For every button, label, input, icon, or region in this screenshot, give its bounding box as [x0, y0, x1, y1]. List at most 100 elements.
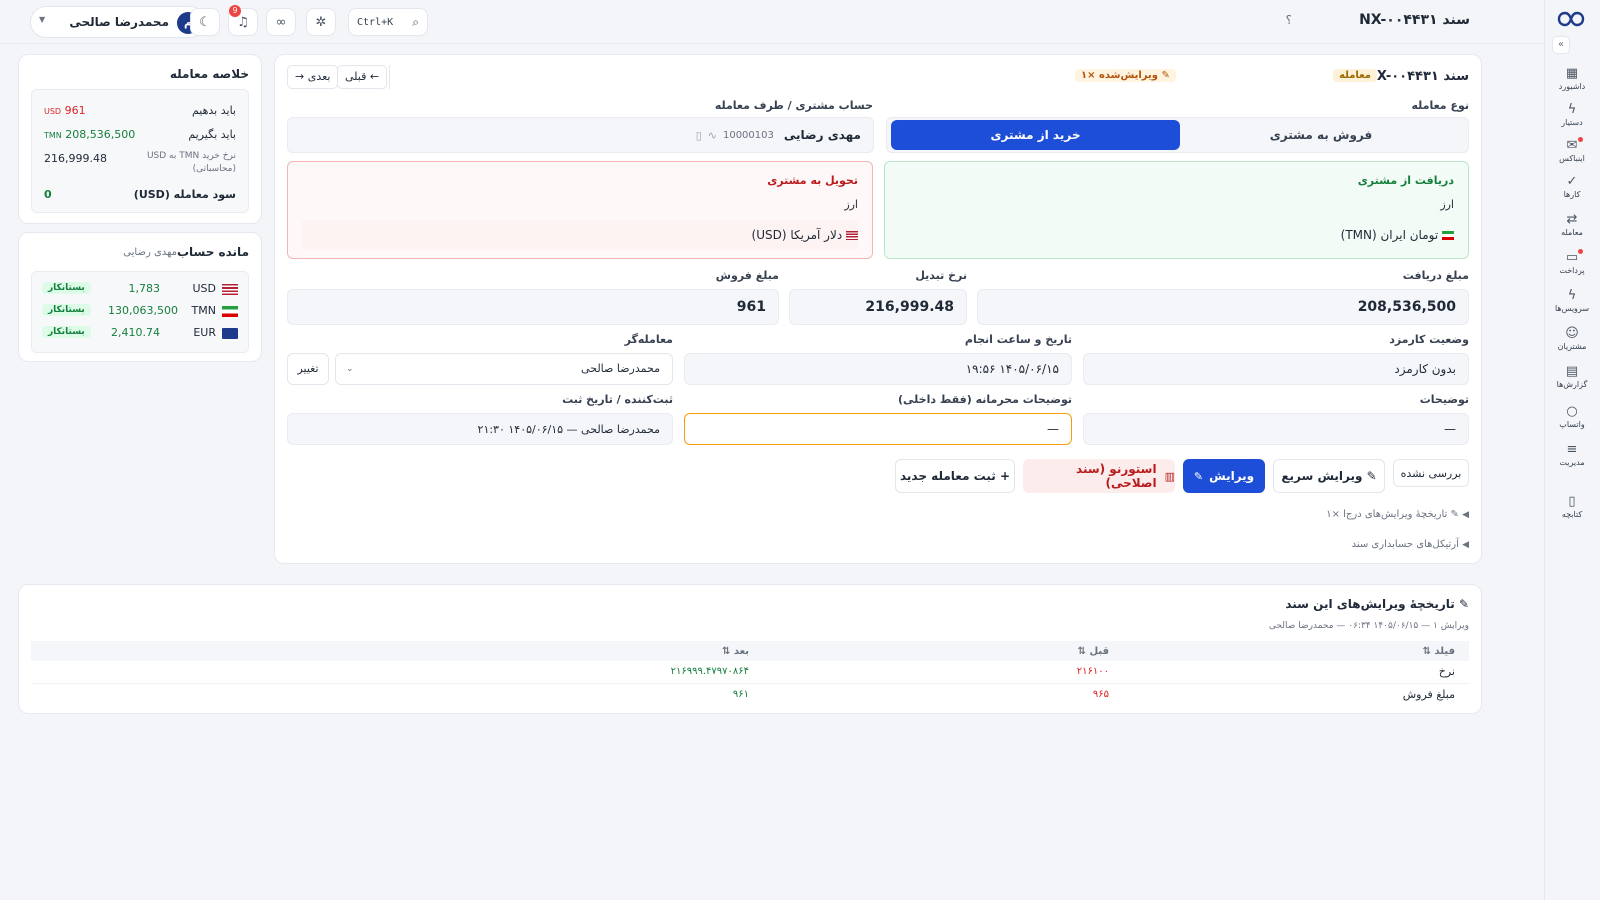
history-table: فیلد ⇅ قبل ⇅ بعد ⇅ نرخ ۲۱۶۱۰۰ ۲۱۶۹۹۹.۴۷۹… [31, 641, 1469, 705]
balance-amount: 130,063,500 [108, 304, 178, 317]
deliver-currency-select[interactable]: دلار آمریکا (USD) [302, 220, 858, 250]
debug-button[interactable]: ✲ [306, 8, 336, 36]
notes-input[interactable]: — [1083, 413, 1469, 445]
mail-icon: ✉ [1566, 138, 1578, 153]
dealer-label: معامله‌گر [624, 333, 673, 346]
theme-toggle-button[interactable]: ☾ [190, 8, 220, 36]
notifications-button[interactable]: ♫ 9 [228, 5, 258, 36]
sidebar-item-services[interactable]: ϟ سرویس‌ها [1548, 288, 1596, 313]
payment-dot [1578, 249, 1583, 254]
sidebar-item-customers[interactable]: ☺ مشتریان [1548, 326, 1596, 351]
sidebar-item-reports[interactable]: ▤ گزارش‌ها [1548, 364, 1596, 389]
document-icon[interactable]: ▯ [696, 129, 702, 142]
registrar-label: ثبت‌کننده / تاریخ ثبت [562, 393, 673, 406]
edit-history-card: ✎ تاریخچهٔ ویرایش‌های این سند ویرایش ۱ —… [18, 584, 1482, 714]
edit-label: ویرایش [1209, 469, 1255, 483]
sell-amount-input[interactable]: 961 [287, 289, 779, 325]
balance-owner: مهدی رضایی [123, 247, 177, 258]
chat-icon: ○ [1566, 404, 1578, 419]
quick-edit-button[interactable]: ✎ ویرایش سریع [1273, 459, 1385, 493]
profit-label: سود معامله (USD) [133, 188, 236, 201]
private-notes-input[interactable]: — [684, 413, 1072, 445]
card-icon: ▭ [1565, 250, 1579, 265]
change-dealer-button[interactable]: تغییر [287, 353, 329, 385]
collapse-sidebar-button[interactable]: » [1552, 36, 1570, 54]
sidebar-item-tasks[interactable]: ✓ کارها [1548, 174, 1596, 199]
balance-cur: USD [192, 282, 216, 295]
deliver-title: تحویل به مشتری [767, 174, 858, 187]
sidebar-item-trade[interactable]: ⇄ معامله [1548, 212, 1596, 237]
history-before: ۲۱۶۱۰۰ [1076, 666, 1109, 678]
pay-amount: 961 USD [44, 104, 86, 117]
fee-label: وضعیت کارمزد [1389, 333, 1469, 346]
history-title: ✎ تاریخچهٔ ویرایش‌های این سند [1285, 597, 1469, 611]
balance-status: بستانکار [42, 282, 91, 294]
review-status-badge[interactable]: بررسی نشده [1393, 459, 1469, 487]
nav-divider [389, 65, 390, 89]
rate-input[interactable]: 216,999.48 [789, 289, 967, 325]
edit-button[interactable]: ویرایش ✎ [1183, 459, 1265, 493]
datetime-label: تاریخ و ساعت انجام [964, 333, 1072, 346]
buy-from-customer-tab[interactable]: خرید از مشتری [891, 120, 1180, 150]
sidebar-item-payment[interactable]: ▭ پرداخت [1548, 249, 1596, 275]
reverse-button[interactable]: ▥ استورنو (سند اصلاحی) [1023, 459, 1175, 493]
top-header: سند NX-۰۰۴۴۳۱ ؟ م محمدرضا صالحی ▼ ☾ ♫ 9 … [0, 0, 1544, 44]
account-field[interactable]: مهدی رضایی 10000103 ∿ ▯ [287, 117, 874, 153]
column-header-after[interactable]: بعد ⇅ [31, 641, 749, 661]
table-row: مبلغ فروش ۹۶۵ ۹۶۱ [31, 683, 1469, 705]
dealer-select[interactable]: محمدرضا صالحی ⌄ [335, 353, 673, 385]
sidebar-item-management[interactable]: ≡ مدیریت [1548, 442, 1596, 467]
history-field: نرخ [1438, 665, 1455, 679]
next-button[interactable]: بعدی → [287, 65, 339, 89]
iran-flag-icon [222, 306, 238, 317]
doc-type-badge: معامله [1333, 69, 1377, 82]
fee-select[interactable]: بدون کارمزد [1083, 353, 1469, 385]
sidebar-item-dashboard[interactable]: ▦ داشبورد [1548, 66, 1596, 91]
balance-row-tmn: TMN 130,063,500 بستانکار [42, 302, 238, 322]
command-search-button[interactable]: ⌕ Ctrl+K [348, 8, 428, 36]
book-icon: ▯ [1568, 494, 1576, 509]
column-header-before[interactable]: قبل ⇅ [749, 641, 1109, 661]
balance-status: بستانکار [42, 326, 91, 338]
brand-logo[interactable] [1556, 8, 1586, 30]
reverse-label: استورنو (سند اصلاحی) [1076, 462, 1157, 490]
summary-box: باید بدهیم 961 USD باید بگیریم 208,536,5… [31, 89, 249, 213]
sell-to-customer-tab[interactable]: فروش به مشتری [1178, 120, 1464, 150]
new-trade-button[interactable]: + ثبت معامله جدید [895, 459, 1015, 493]
link-button[interactable]: ∞ [266, 8, 296, 36]
receive-currency-select[interactable]: تومان ایران (TMN) [899, 220, 1454, 250]
us-flag-icon [846, 231, 858, 240]
column-header-field[interactable]: فیلد ⇅ [1109, 641, 1469, 661]
profit-value: 0 [44, 188, 52, 201]
sidebar-item-assistant[interactable]: ϟ دستیار [1548, 102, 1596, 127]
deliver-currency-label: ارز [844, 198, 858, 211]
activity-icon[interactable]: ∿ [708, 129, 717, 142]
moon-icon: ☾ [199, 14, 211, 30]
balance-status: بستانکار [42, 304, 91, 316]
prev-button[interactable]: ← قبلی [337, 65, 388, 89]
history-after: ۹۶۱ [732, 688, 749, 700]
user-menu[interactable]: م محمدرضا صالحی ▼ [30, 6, 206, 38]
sidebar-item-whatsapp[interactable]: ○ واتساپ [1548, 404, 1596, 429]
account-name: مهدی رضایی [783, 128, 861, 142]
sidebar-item-inbox[interactable]: ✉ اینباکس [1548, 137, 1596, 163]
datetime-input[interactable]: ۱۴۰۵/۰۶/۱۵ ۱۹:۵۶ [684, 353, 1072, 385]
deliver-box: تحویل به مشتری ارز دلار آمریکا (USD) [287, 161, 873, 259]
deliver-currency: دلار آمریکا (USD) [751, 228, 843, 242]
sidebar-item-handbook[interactable]: ▯ کتابچه [1548, 494, 1596, 519]
balance-row-usd: USD 1,783 بستانکار [42, 280, 238, 300]
notes-label: توضیحات [1419, 393, 1469, 406]
help-icon[interactable]: ؟ [1286, 13, 1292, 27]
journal-toggle[interactable]: ◀ آرتیکل‌های حسابداری سند [1352, 539, 1469, 550]
search-icon: ⌕ [412, 14, 419, 29]
dealer-value: محمدرضا صالحی [581, 362, 660, 375]
bolt-icon: ϟ [1567, 102, 1577, 117]
report-icon: ▤ [1565, 364, 1579, 379]
registrar-value: محمدرضا صالحی — ۱۴۰۵/۰۶/۱۵ ۲۱:۳۰ [287, 413, 673, 445]
rate-calc-label: نرخ خرید TMN به USD (محاسباتی) [146, 151, 236, 174]
receive-amount-input[interactable]: 208,536,500 [977, 289, 1469, 325]
edit-history-toggle[interactable]: ◀ ✎ تاریخچهٔ ویرایش‌های درج‌ا ×۱ [1326, 509, 1469, 520]
account-label: حساب مشتری / طرف معامله [714, 99, 873, 112]
link-icon: ∞ [275, 14, 287, 30]
account-balance-card: مانده حساب مهدی رضایی USD 1,783 بستانکار… [18, 232, 262, 362]
